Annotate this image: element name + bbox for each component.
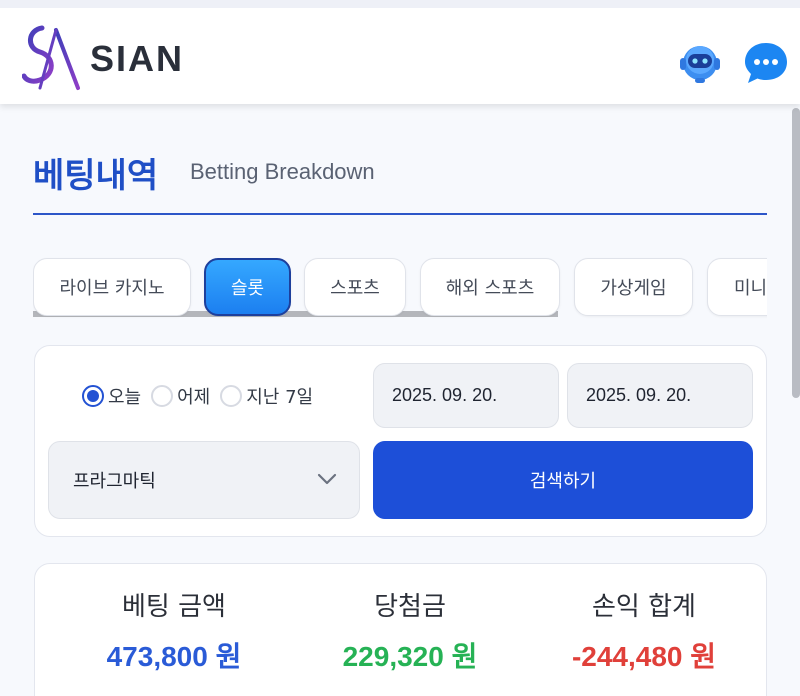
radio-label: 지난 7일 <box>246 387 314 408</box>
search-button[interactable]: 검색하기 <box>373 441 753 519</box>
tab-live-casino[interactable]: 라이브 카지노 <box>33 258 191 316</box>
brand-name: SIAN <box>90 38 185 79</box>
game-category-tabs: 라이브 카지노 슬롯 스포츠 해외 스포츠 가상게임 미니 <box>33 255 767 321</box>
win-amount-summary: 당첨금 229,320 원 <box>290 588 530 674</box>
radio-button-icon[interactable] <box>151 385 174 407</box>
radio-button-icon[interactable] <box>82 385 104 407</box>
page-title: 베팅내역 <box>33 156 159 196</box>
radio-label: 어제 <box>177 387 211 408</box>
sian-logo-icon[interactable] <box>22 22 84 92</box>
radio-label: 오늘 <box>108 387 142 408</box>
bet-amount-label: 베팅 금액 <box>122 592 226 622</box>
win-amount-value: 229,320 원 <box>342 641 478 672</box>
profit-label: 손익 합계 <box>592 592 696 622</box>
radio-button-icon[interactable] <box>220 385 243 407</box>
provider-select[interactable]: 프라그마틱 <box>48 441 360 519</box>
tab-slot[interactable]: 슬롯 <box>204 258 291 316</box>
radio-last-7-days[interactable]: 지난 7일 <box>220 383 313 409</box>
end-date-field[interactable]: 2025. 09. 20. <box>567 363 753 428</box>
bet-amount-value: 473,800 원 <box>106 641 242 672</box>
title-divider <box>33 213 767 215</box>
period-radio-group: 오늘 어제 지난 7일 <box>82 382 323 410</box>
chat-bubble-icon[interactable] <box>742 38 790 86</box>
tab-overseas-sports[interactable]: 해외 스포츠 <box>420 258 560 316</box>
radio-today[interactable]: 오늘 <box>82 383 141 409</box>
bet-amount-summary: 베팅 금액 473,800 원 <box>54 588 294 674</box>
chevron-down-icon <box>317 473 337 485</box>
top-header: SIAN <box>0 0 800 104</box>
page-scrollbar[interactable] <box>792 108 800 398</box>
provider-select-value: 프라그마틱 <box>73 471 156 492</box>
tab-sports[interactable]: 스포츠 <box>304 258 406 316</box>
tab-virtual-game[interactable]: 가상게임 <box>574 258 693 316</box>
tab-mini[interactable]: 미니 <box>707 258 767 316</box>
profit-summary: 손익 합계 -244,480 원 <box>524 588 764 674</box>
start-date-field[interactable]: 2025. 09. 20. <box>373 363 559 428</box>
profit-value: -244,480 원 <box>571 641 717 672</box>
page-subtitle: Betting Breakdown <box>190 159 375 184</box>
bot-assistant-icon[interactable] <box>676 38 724 86</box>
radio-yesterday[interactable]: 어제 <box>151 383 210 409</box>
win-amount-label: 당첨금 <box>374 592 446 622</box>
